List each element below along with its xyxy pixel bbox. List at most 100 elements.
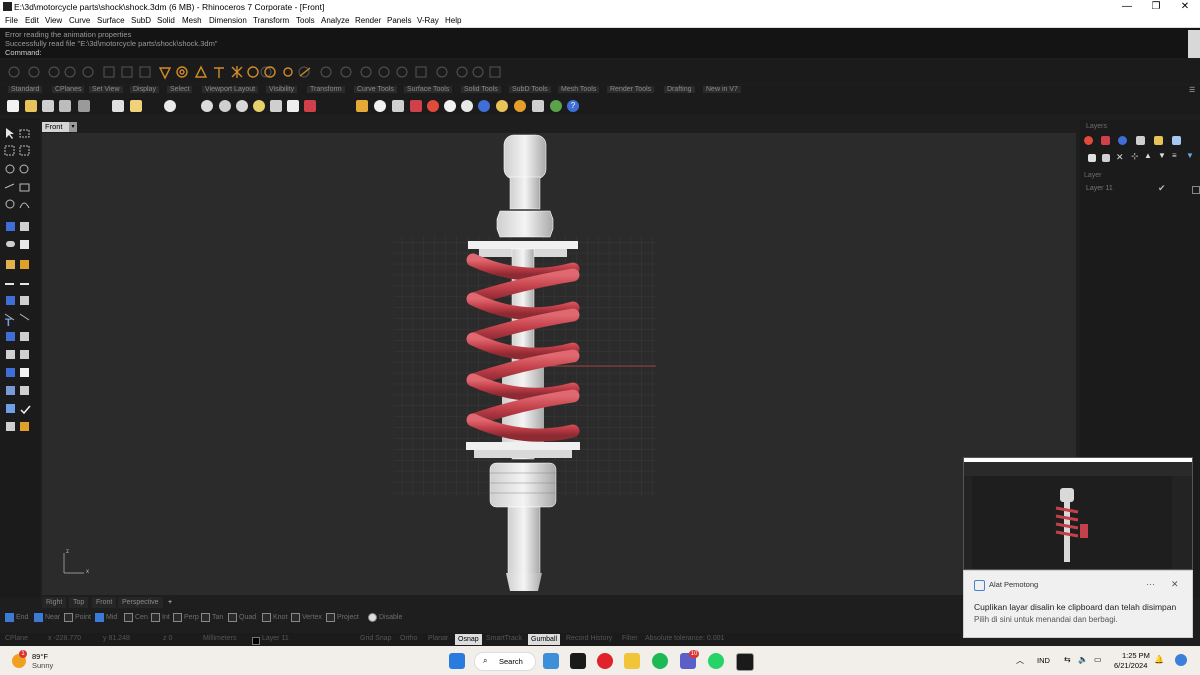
viewport-tab-right[interactable]: Right xyxy=(42,597,67,608)
osnap-perp[interactable]: Perp xyxy=(173,612,199,624)
folder-tab-icon[interactable] xyxy=(1154,136,1163,145)
tab-standard[interactable]: Standard xyxy=(8,86,43,93)
notification-more-button[interactable]: ··· xyxy=(1146,579,1155,589)
whatsapp-icon[interactable] xyxy=(708,653,724,669)
smarttrack-toggle[interactable]: SmartTrack xyxy=(486,635,522,642)
osnap-int[interactable]: Int xyxy=(151,612,170,624)
move-down-icon[interactable]: ▼ xyxy=(1158,151,1166,160)
windows-start-icon[interactable] xyxy=(449,653,465,669)
viewport-menu-dropdown-icon[interactable]: ▾ xyxy=(69,122,77,132)
menu-solid[interactable]: Solid xyxy=(157,16,175,25)
four-view-icon[interactable] xyxy=(287,100,299,112)
tab-curve-tools[interactable]: Curve Tools xyxy=(354,86,397,93)
move-layer-icon[interactable]: ⊹ xyxy=(1131,151,1139,162)
rotate-view-icon[interactable] xyxy=(201,100,213,112)
shaded-sphere-icon[interactable] xyxy=(461,100,473,112)
render-sphere-icon[interactable] xyxy=(444,100,456,112)
tab-visibility[interactable]: Visibility xyxy=(266,86,298,93)
osnap-project[interactable]: Project xyxy=(326,612,359,624)
tab-new-in-v7[interactable]: New in V7 xyxy=(703,86,741,93)
osnap-end[interactable]: End xyxy=(5,612,28,624)
gumball-toggle[interactable]: Gumball xyxy=(528,634,561,645)
new-sublayer-icon[interactable] xyxy=(1102,154,1110,162)
rhino-active-icon[interactable] xyxy=(736,653,754,671)
add-viewport-tab-button[interactable]: + xyxy=(164,597,176,608)
minimize-button[interactable]: — xyxy=(1118,1,1136,13)
cplane-label[interactable]: CPlane xyxy=(5,635,28,642)
delete-layer-icon[interactable]: ✕ xyxy=(1116,152,1124,163)
osnap-knot[interactable]: Knot xyxy=(262,612,287,624)
light-bulb-icon[interactable] xyxy=(496,100,508,112)
move-up-icon[interactable]: ▲ xyxy=(1144,151,1152,160)
restore-button[interactable]: ❐ xyxy=(1147,1,1165,13)
osnap-mid[interactable]: Mid xyxy=(95,612,117,624)
snipping-notification[interactable]: Alat Pemotong ··· ✕ Cuplikan layar disal… xyxy=(963,570,1193,638)
language-indicator[interactable]: IND xyxy=(1037,656,1050,665)
sort-icon[interactable]: ≡ xyxy=(1172,151,1177,160)
units-label[interactable]: Millimeters xyxy=(203,635,236,642)
materials-tab-icon[interactable] xyxy=(1118,136,1127,145)
display-tab-icon[interactable] xyxy=(1172,136,1181,145)
volume-icon[interactable]: 🔈 xyxy=(1078,655,1088,664)
material-sphere-icon[interactable] xyxy=(478,100,490,112)
clock-time[interactable]: 1:25 PM xyxy=(1122,651,1150,660)
file-explorer-icon[interactable] xyxy=(624,653,640,669)
tab-mesh-tools[interactable]: Mesh Tools xyxy=(558,86,600,93)
osnap-near[interactable]: Near xyxy=(34,612,60,624)
tab-display[interactable]: Display xyxy=(130,86,159,93)
rhino-taskbar-icon[interactable] xyxy=(570,653,586,669)
layer-row-name[interactable]: Layer 11 xyxy=(1086,185,1113,192)
zoom-extents-icon[interactable] xyxy=(253,100,265,112)
menu-surface[interactable]: Surface xyxy=(97,16,125,25)
filter-icon[interactable]: ▼ xyxy=(1186,151,1194,160)
clock-date[interactable]: 6/21/2024 xyxy=(1114,661,1147,670)
help-icon[interactable]: ? xyxy=(567,100,579,112)
menu-analyze[interactable]: Analyze xyxy=(321,16,349,25)
menu-vray[interactable]: V-Ray xyxy=(417,16,439,25)
tab-subd-tools[interactable]: SubD Tools xyxy=(509,86,551,93)
select-objects-icon[interactable] xyxy=(356,100,368,112)
save-icon[interactable] xyxy=(42,100,54,112)
command-scrollbar[interactable] xyxy=(1188,30,1200,58)
viewport-tab-perspective[interactable]: Perspective xyxy=(118,597,163,608)
osnap-quad[interactable]: Quad xyxy=(228,612,256,624)
menu-transform[interactable]: Transform xyxy=(253,16,289,25)
osnap-point[interactable]: Point xyxy=(64,612,91,624)
menu-edit[interactable]: Edit xyxy=(25,16,39,25)
layer-color-swatch[interactable] xyxy=(1192,186,1200,194)
viewport-tab-top[interactable]: Top xyxy=(69,597,89,608)
viewport-title[interactable]: Front ▾ xyxy=(42,122,77,132)
layer-icon[interactable] xyxy=(410,100,422,112)
current-layer-label[interactable]: Layer 11 xyxy=(262,635,289,642)
screenshot-thumbnail[interactable] xyxy=(963,457,1193,570)
mail-app-icon[interactable] xyxy=(543,653,559,669)
color-wheel-icon[interactable] xyxy=(427,100,439,112)
ortho-toggle[interactable]: Ortho xyxy=(400,635,418,642)
menu-subd[interactable]: SubD xyxy=(131,16,151,25)
open-file-icon[interactable] xyxy=(25,100,37,112)
tab-solid-tools[interactable]: Solid Tools xyxy=(461,86,501,93)
tab-set-view[interactable]: Set View xyxy=(89,86,123,93)
osnap-cen[interactable]: Cen xyxy=(124,612,148,624)
light-icon[interactable] xyxy=(374,100,386,112)
osnap-vertex[interactable]: Vertex xyxy=(291,612,322,624)
tab-transform[interactable]: Transform xyxy=(307,86,345,93)
copilot-icon[interactable] xyxy=(1175,654,1187,666)
left-tool-icons[interactable]: T xyxy=(0,126,40,456)
panel-tab-layers[interactable]: Layers xyxy=(1086,123,1107,130)
notification-close-button[interactable]: ✕ xyxy=(1171,579,1179,590)
network-icon[interactable]: ⇆ xyxy=(1064,655,1071,664)
menu-curve[interactable]: Curve xyxy=(69,16,90,25)
opera-browser-icon[interactable] xyxy=(597,653,613,669)
new-file-icon[interactable] xyxy=(7,100,19,112)
weather-temperature[interactable]: 89°F xyxy=(32,652,48,661)
libraries-tab-icon[interactable] xyxy=(1136,136,1145,145)
notification-bell-icon[interactable]: 🔔 xyxy=(1154,655,1164,664)
spotify-icon[interactable] xyxy=(652,653,668,669)
menu-render[interactable]: Render xyxy=(355,16,381,25)
layers-tab-icon[interactable] xyxy=(1101,136,1110,145)
color-wheel-icon[interactable] xyxy=(1084,136,1093,145)
tab-select[interactable]: Select xyxy=(167,86,193,93)
rendered-sphere-icon[interactable] xyxy=(514,100,526,112)
menu-panels[interactable]: Panels xyxy=(387,16,411,25)
